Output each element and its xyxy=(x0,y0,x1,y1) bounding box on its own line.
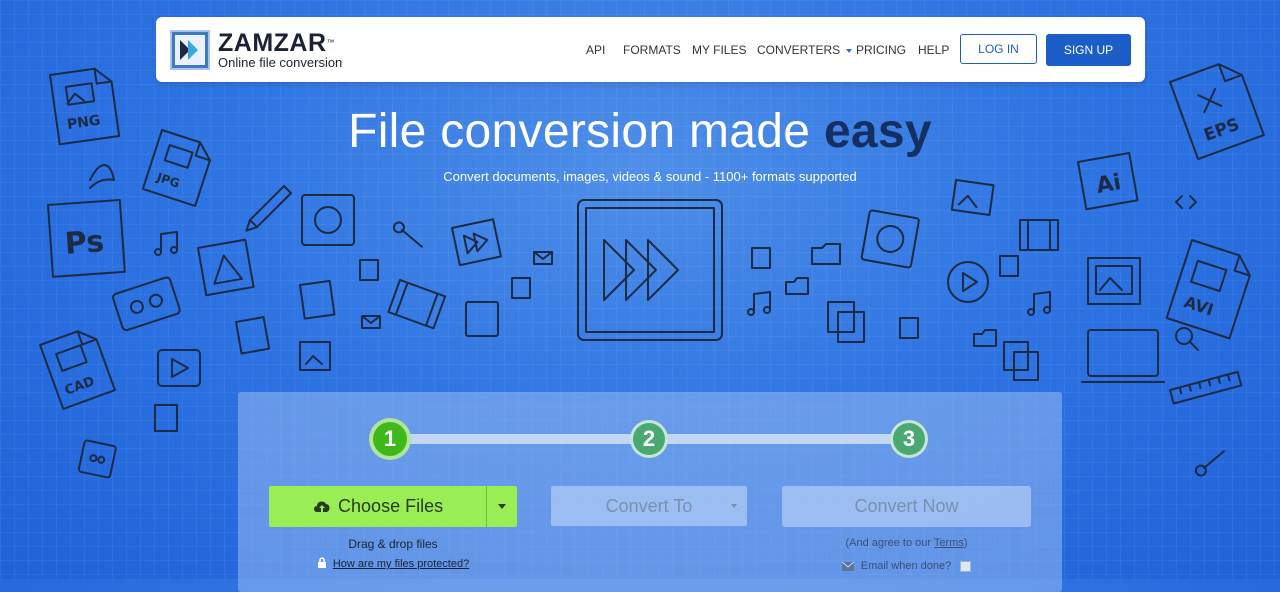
chevron-down-icon xyxy=(731,504,737,508)
agree-prefix: (And agree to our xyxy=(845,537,934,549)
file-small2-icon xyxy=(511,277,531,299)
code-icon xyxy=(1175,195,1197,209)
trademark: ™ xyxy=(326,37,336,47)
film-tile2-icon xyxy=(1019,219,1059,251)
doodle-label-avi: AVI xyxy=(1182,292,1216,319)
drag-drop-hint: Drag & drop files xyxy=(348,537,438,551)
email-when-done-checkbox[interactable] xyxy=(960,560,972,572)
magnifier-icon xyxy=(1175,327,1199,351)
wrench2-icon xyxy=(1194,450,1225,477)
nav-api[interactable]: API xyxy=(586,43,605,57)
convert-to-label: Convert To xyxy=(605,495,693,516)
nav-help[interactable]: HELP xyxy=(918,43,949,57)
hero-title-main: File conversion made xyxy=(348,105,824,158)
brand-tagline: Online file conversion xyxy=(218,54,343,70)
cloud-upload-icon xyxy=(314,501,330,514)
step-3: 3 xyxy=(890,420,928,458)
signup-button[interactable]: SIGN UP xyxy=(1046,34,1131,66)
choose-files-label: Choose Files xyxy=(338,496,444,516)
file-small4-icon xyxy=(899,317,919,339)
play-circle-icon xyxy=(947,261,989,303)
logo-arrow-icon xyxy=(170,30,210,70)
copy-docs-icon xyxy=(827,301,865,343)
nav-converters[interactable]: CONVERTERS xyxy=(757,43,853,57)
folder3-icon xyxy=(973,329,997,347)
list-doc-icon xyxy=(235,316,271,355)
hero-title-emphasis: easy xyxy=(823,105,932,158)
image-doc-icon xyxy=(299,341,331,371)
hero-subtitle: Convert documents, images, videos & soun… xyxy=(443,169,857,184)
archive-icon xyxy=(77,439,117,479)
nav-formats[interactable]: FORMATS xyxy=(623,43,681,57)
choose-files-control: Choose Files xyxy=(269,486,517,527)
file-small3-icon xyxy=(751,247,771,269)
agree-suffix: ) xyxy=(963,537,968,549)
video-tile-icon xyxy=(157,349,201,387)
image-frame-icon xyxy=(1087,257,1141,305)
doodle-label-ps: Ps xyxy=(64,224,106,262)
nav-converters-label: CONVERTERS xyxy=(757,43,841,57)
file-small5-icon xyxy=(999,255,1019,277)
refresh-tile2-icon xyxy=(860,209,920,269)
laptop-icon xyxy=(1081,329,1165,383)
chevron-down-icon xyxy=(498,504,507,509)
small-file-icon xyxy=(154,404,178,432)
converter-panel: 1 2 3 Choose Files Convert To Convert No… xyxy=(238,392,1062,592)
copy-docs2-icon xyxy=(1003,341,1039,381)
files-protected-link[interactable]: How are my files protected? xyxy=(333,558,469,570)
brand-logo[interactable]: ZAMZAR™ Online file conversion xyxy=(170,28,370,72)
music-doc-icon xyxy=(299,279,336,320)
email-when-done-label: Email when done? xyxy=(860,560,952,572)
refresh-tile-icon xyxy=(301,194,355,246)
envelope-icon xyxy=(841,561,854,571)
avi-file-icon: AVI xyxy=(1165,239,1251,340)
folder2-icon xyxy=(785,277,809,295)
cassette-icon xyxy=(112,276,181,332)
convert-now-button[interactable]: Convert Now xyxy=(782,486,1031,527)
folder-icon xyxy=(811,243,841,265)
email-when-done: Email when done? xyxy=(782,560,1031,572)
file-small-icon xyxy=(359,259,379,281)
protection-info: How are my files protected? xyxy=(269,557,517,570)
envelope2-icon xyxy=(361,315,381,329)
lock-icon xyxy=(317,557,326,568)
top-navbar: ZAMZAR™ Online file conversion API FORMA… xyxy=(156,17,1145,82)
ruler-icon xyxy=(1169,370,1243,405)
image-tile-icon xyxy=(950,179,995,216)
nav-my-files[interactable]: MY FILES xyxy=(692,43,746,57)
cad-file-icon: CAD xyxy=(39,330,116,410)
person-doc-icon xyxy=(465,301,499,337)
nav-pricing[interactable]: PRICING xyxy=(856,43,906,57)
music-note-icon xyxy=(154,231,178,256)
play-tile-icon xyxy=(451,218,502,267)
doodle-label-cad: CAD xyxy=(63,374,97,399)
brand-name: ZAMZAR xyxy=(218,28,327,57)
triangle-tile-icon xyxy=(197,238,255,297)
terms-agreement: (And agree to our Terms) xyxy=(782,537,1031,549)
film-tile-icon xyxy=(387,279,447,330)
music-note2-icon xyxy=(747,291,771,316)
wrench-icon xyxy=(392,221,423,248)
terms-link[interactable]: Terms xyxy=(934,537,964,549)
envelope-doodle-icon xyxy=(533,251,553,265)
login-button[interactable]: LOG IN xyxy=(960,34,1037,64)
pencil-icon xyxy=(245,185,293,232)
hero-title: File conversion made easy xyxy=(0,104,1280,159)
central-play-icon xyxy=(577,199,723,341)
choose-files-dropdown[interactable] xyxy=(486,486,517,527)
convert-to-select[interactable]: Convert To xyxy=(551,486,747,526)
chevron-down-icon xyxy=(846,48,853,53)
step-2: 2 xyxy=(630,420,668,458)
photoshop-file-icon: Ps xyxy=(47,198,126,278)
choose-files-button[interactable]: Choose Files xyxy=(269,486,486,527)
music-note3-icon xyxy=(1027,291,1051,316)
step-1: 1 xyxy=(369,418,411,460)
